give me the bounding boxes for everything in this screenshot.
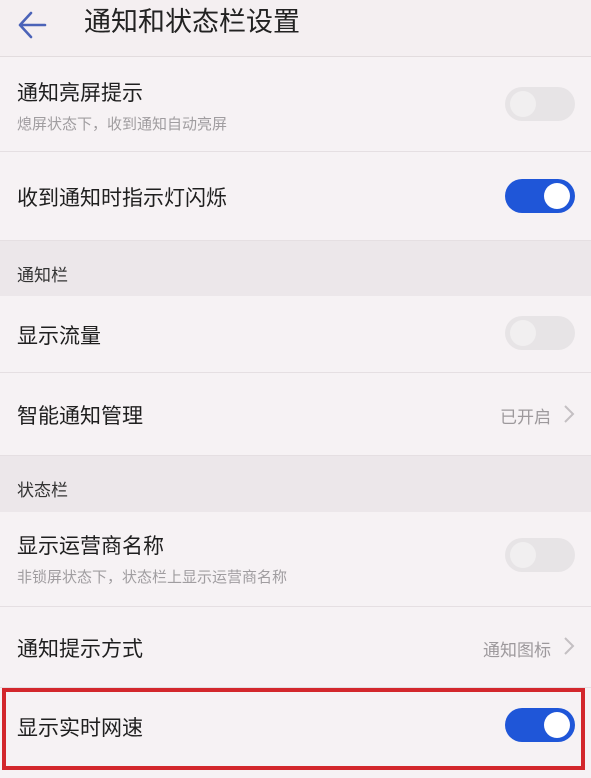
toggle-knob [510,542,536,568]
toggle-knob [510,91,536,117]
back-arrow-icon[interactable] [14,6,52,44]
section-header-status-bar: 状态栏 [0,456,591,512]
net-speed-label: 显示实时网速 [17,716,143,740]
toggle-knob [544,712,570,738]
net-speed-toggle[interactable] [505,708,575,742]
carrier-name-toggle[interactable] [505,538,575,572]
carrier-name-label: 显示运营商名称 [17,534,164,558]
notify-style-label: 通知提示方式 [17,637,143,661]
notify-wake-row[interactable]: 通知亮屏提示 熄屏状态下，收到通知自动亮屏 [0,57,591,152]
carrier-name-row[interactable]: 显示运营商名称 非锁屏状态下，状态栏上显示运营商名称 [0,512,591,607]
section-title: 状态栏 [17,481,68,501]
notify-style-row[interactable]: 通知提示方式 通知图标 [0,607,591,688]
title-bar: 通知和状态栏设置 [0,0,591,57]
smart-notify-row[interactable]: 智能通知管理 已开启 [0,373,591,456]
notify-style-value: 通知图标 [483,641,551,661]
smart-notify-value: 已开启 [500,408,551,428]
net-speed-row[interactable]: 显示实时网速 [0,688,591,778]
page-title: 通知和状态栏设置 [84,7,300,38]
notify-wake-subtitle: 熄屏状态下，收到通知自动亮屏 [17,115,228,133]
notify-wake-label: 通知亮屏提示 [17,81,143,105]
show-traffic-row[interactable]: 显示流量 [0,296,591,373]
show-traffic-label: 显示流量 [17,324,101,348]
chevron-right-icon [564,637,575,655]
toggle-knob [510,320,536,346]
led-blink-label: 收到通知时指示灯闪烁 [17,186,227,210]
show-traffic-toggle[interactable] [505,316,575,350]
led-blink-toggle[interactable] [505,179,575,213]
section-header-notification-bar: 通知栏 [0,241,591,296]
toggle-knob [544,183,570,209]
section-title: 通知栏 [17,266,68,286]
carrier-name-subtitle: 非锁屏状态下，状态栏上显示运营商名称 [17,568,288,586]
smart-notify-label: 智能通知管理 [17,404,143,428]
led-blink-row[interactable]: 收到通知时指示灯闪烁 [0,152,591,241]
notify-wake-toggle[interactable] [505,87,575,121]
chevron-right-icon [564,405,575,423]
